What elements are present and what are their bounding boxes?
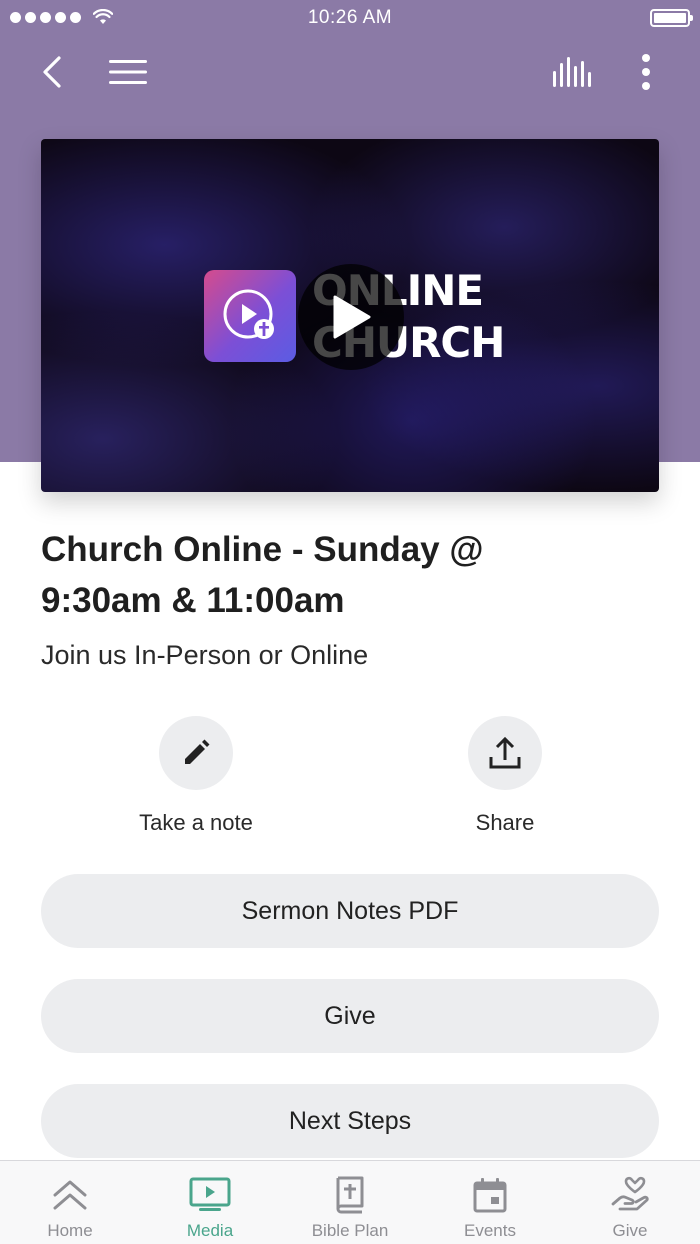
take-note-label: Take a note (139, 810, 253, 835)
share-action[interactable]: Share (425, 716, 585, 836)
status-time: 10:26 AM (307, 7, 393, 28)
tab-bible-plan[interactable]: Bible Plan (280, 1161, 420, 1244)
play-button[interactable] (298, 264, 404, 370)
tab-events-label: Events (464, 1221, 516, 1240)
give-button[interactable]: Give (41, 979, 659, 1053)
navigation-bar (0, 44, 700, 100)
more-options-button[interactable] (626, 44, 666, 100)
more-vertical-icon (642, 54, 650, 90)
online-church-logo (204, 270, 296, 362)
media-subtitle: Join us In-Person or Online (41, 640, 369, 670)
menu-icon (109, 60, 147, 84)
back-button[interactable] (30, 44, 74, 100)
tab-bible-plan-label: Bible Plan (311, 1221, 389, 1240)
play-icon (333, 295, 371, 339)
home-chevrons-icon (53, 1180, 87, 1210)
tab-give-label: Give (612, 1221, 648, 1240)
status-bar: 10:26 AM (0, 0, 700, 36)
sermon-notes-pdf-button[interactable]: Sermon Notes PDF (41, 874, 659, 948)
tab-media[interactable]: Media (140, 1161, 280, 1244)
next-steps-button[interactable]: Next Steps (41, 1084, 659, 1158)
heart-hand-icon (611, 1176, 649, 1211)
battery-icon (650, 9, 693, 27)
back-chevron-icon (43, 56, 61, 88)
share-label: Share (475, 810, 535, 835)
take-note-action[interactable]: Take a note (116, 716, 276, 836)
audio-button[interactable] (548, 44, 596, 100)
pencil-icon (185, 739, 210, 764)
tab-media-label: Media (186, 1221, 234, 1240)
video-player[interactable]: ONLINE CHURCH (41, 139, 659, 492)
take-note-button[interactable] (159, 716, 233, 790)
audio-bars-icon (553, 57, 591, 87)
menu-button[interactable] (104, 44, 152, 100)
calendar-icon (473, 1178, 507, 1213)
bible-icon (336, 1176, 364, 1214)
tab-home-label: Home (47, 1221, 93, 1240)
tab-bar: Home Media Bible Plan Events Give (0, 1160, 700, 1244)
media-title: Church Online - Sunday @ 9:30am & 11:00a… (41, 530, 484, 620)
tab-events[interactable]: Events (420, 1161, 560, 1244)
tab-home[interactable]: Home (0, 1161, 140, 1244)
share-button[interactable] (468, 716, 542, 790)
play-cross-logo-icon (223, 289, 274, 339)
tv-play-icon (189, 1177, 231, 1211)
share-icon (489, 736, 521, 769)
tab-give[interactable]: Give (560, 1161, 700, 1244)
